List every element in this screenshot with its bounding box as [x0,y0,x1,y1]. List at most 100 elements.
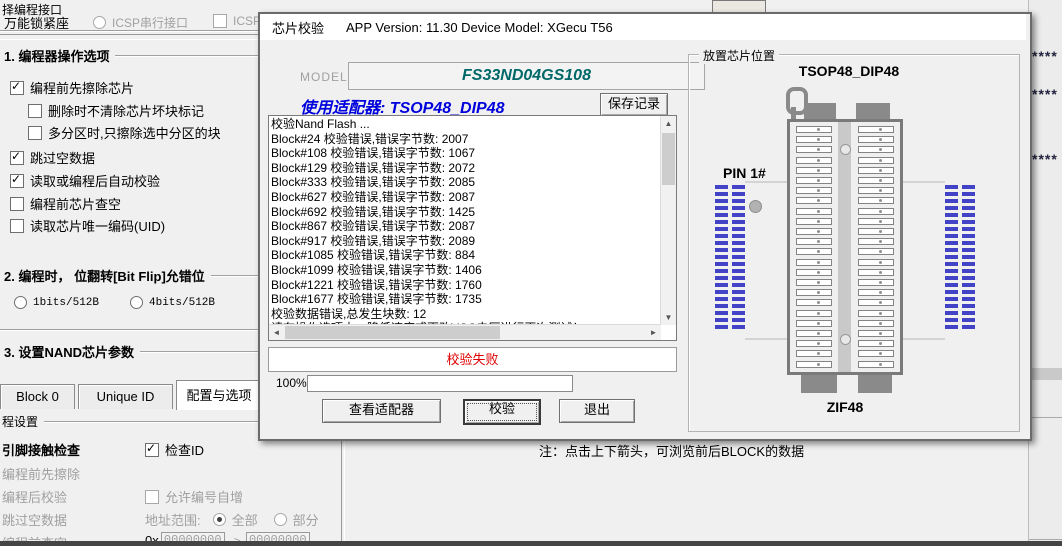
socket-pin-slot [858,350,894,357]
auto-increment-checkbox[interactable]: 允许编号自增 [145,487,243,506]
opt-read-uid[interactable]: 读取芯片唯一编码(UID) [10,216,165,235]
auto-increment-label: 允许编号自增 [165,487,243,506]
socket-pin-slot [858,126,894,133]
opt-skip-blank[interactable]: 跳过空数据 [10,148,95,167]
divider [1029,539,1062,540]
divider [1029,417,1062,418]
socket-pin-slot [796,259,832,266]
socket-pin-slot [796,289,832,296]
scroll-down-icon[interactable]: ▼ [661,310,676,325]
scroll-left-icon[interactable]: ◄ [269,325,284,340]
scrollbar-thumb[interactable] [662,133,675,185]
log-line: Block#1221 校验错误,错误字节数: 1760 [271,278,660,293]
tab-block0[interactable]: Block 0 [0,384,75,409]
prog-group-title: 程设置 [2,413,38,430]
version-text: APP Version: 11.30 Device Model: XGecu T… [346,20,613,35]
radio-icon [130,296,143,309]
opt-blank-check[interactable]: 编程前芯片查空 [10,194,121,213]
bitflip-4bit-radio[interactable]: 4bits/512B [130,296,215,309]
socket-pin-slot [858,197,894,204]
vertical-scrollbar[interactable]: ▲ ▼ [660,116,676,325]
scrollbar-fragment[interactable] [1029,368,1062,380]
log-line: Block#333 校验错误,错误字节数: 2085 [271,175,660,190]
horizontal-scrollbar[interactable]: ◄ ► [269,324,661,340]
socket-pin-slot [796,361,832,368]
verify-button[interactable]: 校验 [463,399,541,425]
divider [0,329,258,331]
tab-unique-id[interactable]: Unique ID [78,384,173,409]
checkbox-icon [10,151,24,165]
check-id-checkbox[interactable]: 检查ID [145,440,204,459]
socket-pin-slot [796,136,832,143]
log-line: 校验Nand Flash ... [271,117,660,132]
icsp-serial-radio[interactable]: ICSP串行接口 [93,14,188,31]
opt-label: 删除时不清除芯片坏块标记 [48,101,204,120]
socket-pin-slot [796,197,832,204]
log-text: 校验Nand Flash ...Block#24 校验错误,错误字节数: 200… [271,117,660,324]
opt-erase-before[interactable]: 编程前先擦除芯片 [10,78,134,97]
socket-pin-slot [796,340,832,347]
verify-status-message: 校验失败 [268,347,677,372]
scrollbar-thumb[interactable] [285,326,500,339]
save-record-button[interactable]: 保存记录 [600,93,668,116]
verify-log-textarea[interactable]: 校验Nand Flash ...Block#24 校验错误,错误字节数: 200… [268,115,677,341]
socket-pin-slot [796,167,832,174]
socket-pin-slot [796,299,832,306]
model-value-field: FS33ND04GS108 [348,62,705,90]
connector-line [745,338,787,340]
socket-pin-slot [858,146,894,153]
socket-pin-slot [796,320,832,327]
opt-keep-badblock-marks[interactable]: 删除时不清除芯片坏块标记 [28,101,204,120]
socket-pin-slot [858,310,894,317]
socket-pin-slot [858,340,894,347]
exit-button[interactable]: 退出 [559,399,635,423]
address-range-label: 地址范围: [145,510,201,529]
scroll-up-icon[interactable]: ▲ [661,116,676,131]
view-adapter-button[interactable]: 查看适配器 [322,399,441,423]
socket-screw-icon [840,334,851,345]
socket-pin-slot [796,177,832,184]
opt-auto-verify[interactable]: 读取或编程后自动校验 [10,171,160,190]
radio-icon[interactable] [213,513,226,526]
log-line: Block#1677 校验错误,错误字节数: 1735 [271,292,660,307]
socket-pin-slot [858,136,894,143]
socket-pin-slot [796,248,832,255]
skip-blank-label: 跳过空数据 [2,510,67,529]
tab-config-options[interactable]: 配置与选项 [176,380,262,410]
scroll-right-icon[interactable]: ► [646,325,661,340]
bitflip-1bit-radio[interactable]: 1bits/512B [14,296,99,309]
dialog-titlebar[interactable]: 芯片校验 APP Version: 11.30 Device Model: XG… [260,14,1026,40]
socket-pin-slot [858,269,894,276]
socket-pin-slot [858,299,894,306]
socket-pin-slot [796,187,832,194]
range-all-label: 全部 [232,510,258,529]
dialog-title: 芯片校验 [272,18,324,37]
radio-icon[interactable] [274,513,287,526]
log-line: Block#692 校验错误,错误字节数: 1425 [271,205,660,220]
log-line: Block#24 校验错误,错误字节数: 2007 [271,132,660,147]
checkbox-icon [10,219,24,233]
socket-pin-slot [796,228,832,235]
socket-pin-slot [858,259,894,266]
socket-pin-slot [858,187,894,194]
checkbox-icon [10,174,24,188]
opt-label: 读取芯片唯一编码(UID) [30,216,165,235]
socket-pin-slot [796,269,832,276]
socket-pin-slot [796,330,832,337]
socket-pin-slot [858,208,894,215]
socket-pin-slot [858,177,894,184]
check-id-label: 检查ID [165,440,204,459]
socket-foot [801,375,837,393]
adapter-name-title: TSOP48_DIP48 [749,63,949,79]
socket-pin-slot [858,238,894,245]
section2-header: 2. 编程时， 位翻转[Bit Flip]允错位 [4,266,258,285]
icsp-check-label: ICSP [233,14,261,28]
icsp-checkbox[interactable]: ICSP [213,14,261,28]
section1-title: 1. 编程器操作选项 [4,46,109,65]
opt-label: 读取或编程后自动校验 [30,171,160,190]
icsp-serial-label: ICSP串行接口 [112,14,188,31]
address-range-row: 地址范围: 全部 部分 [145,510,319,529]
opt-label: 编程前芯片查空 [30,194,121,213]
socket-pin-slot [858,289,894,296]
log-line: 校验数据错误,总发生块数: 12 [271,307,660,322]
